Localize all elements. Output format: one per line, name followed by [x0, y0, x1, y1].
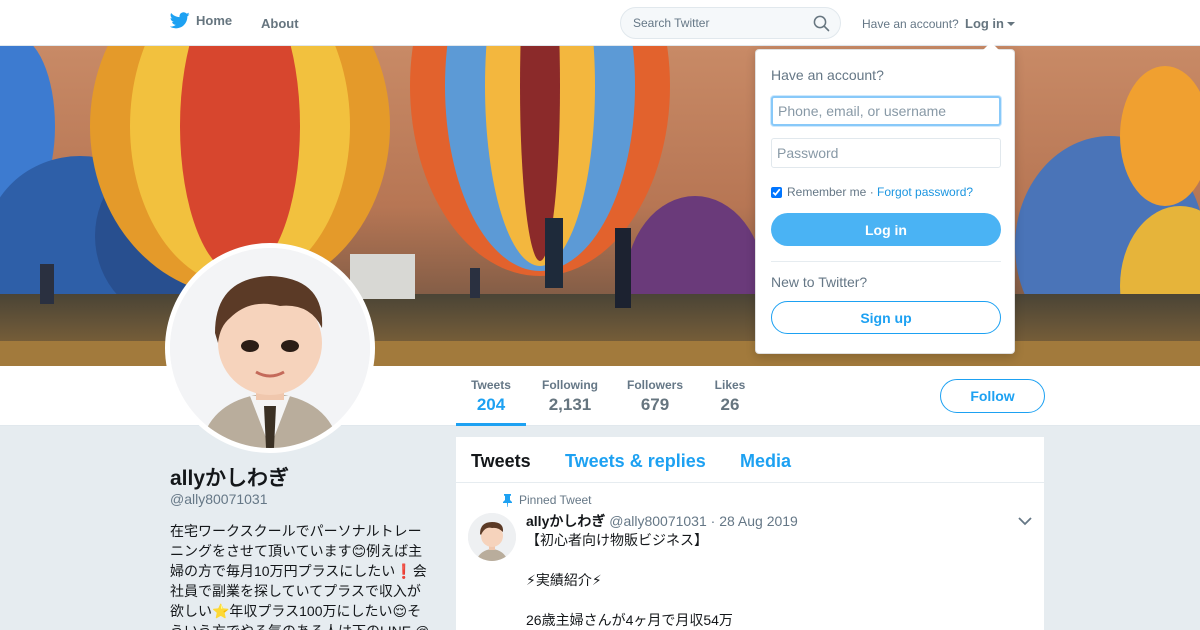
- signup-button[interactable]: Sign up: [771, 301, 1001, 334]
- have-account-text: Have an account?: [862, 17, 959, 31]
- login-dropdown: Have an account? Remember me · Forgot pa…: [755, 42, 1015, 354]
- tweet-header: allyかしわぎ @ally80071031 · 28 Aug 2019: [526, 511, 798, 531]
- profile-avatar[interactable]: [165, 243, 375, 453]
- password-field[interactable]: [771, 138, 1001, 168]
- login-dropdown-title: Have an account?: [771, 67, 884, 83]
- tweet-avatar[interactable]: [468, 513, 516, 561]
- stat-label: Followers: [626, 378, 683, 392]
- new-to-twitter-text: New to Twitter?: [771, 274, 868, 290]
- caret-down-icon: [1007, 21, 1015, 26]
- profile-bio: 在宅ワークスクールでパーソナルトレーニングをさせて頂いています😊例えば主婦の方で…: [170, 523, 429, 630]
- profile-name[interactable]: allyかしわぎ: [170, 462, 289, 492]
- search-icon[interactable]: [813, 15, 830, 32]
- remember-me-checkbox[interactable]: [771, 186, 782, 198]
- stat-value: 204: [476, 395, 506, 414]
- stat-value: 679: [640, 395, 670, 414]
- divider: [771, 261, 1001, 262]
- nav-about-link[interactable]: About: [261, 16, 299, 31]
- stat-value: 26: [720, 395, 740, 414]
- search-input[interactable]: [621, 8, 801, 38]
- stat-label: Tweets: [471, 378, 511, 392]
- timeline: Tweets Tweets & replies Media Pinned Twe…: [456, 437, 1044, 630]
- twitter-bird-icon: [170, 12, 190, 29]
- tab-tweets-replies[interactable]: Tweets & replies: [565, 451, 706, 472]
- stat-following[interactable]: Following 2,131: [536, 366, 604, 426]
- stat-label: Likes: [714, 378, 746, 392]
- login-dropdown-toggle[interactable]: Log in: [965, 16, 1015, 31]
- tweet-avatar-image: [468, 513, 516, 561]
- timeline-tabs: Tweets Tweets & replies Media: [456, 437, 1044, 483]
- follow-button[interactable]: Follow: [940, 379, 1045, 413]
- forgot-password-link[interactable]: Forgot password?: [877, 185, 973, 199]
- search-box: [620, 7, 841, 39]
- chevron-down-icon[interactable]: [1018, 517, 1032, 526]
- username-field[interactable]: [771, 96, 1001, 126]
- nav-home-link[interactable]: Home: [170, 12, 232, 29]
- login-button[interactable]: Log in: [771, 213, 1001, 246]
- pinned-label: Pinned Tweet: [519, 493, 592, 507]
- stat-tweets[interactable]: Tweets 204: [456, 366, 526, 426]
- remember-row: Remember me · Forgot password?: [771, 185, 973, 199]
- profile-handle[interactable]: @ally80071031: [170, 491, 268, 507]
- tweet-text: 【初心者向け物販ビジネス】 ⚡実績紹介⚡ 26歳主婦さんが4ヶ月で月収54万: [526, 532, 733, 628]
- separator-dot: ·: [866, 185, 878, 199]
- top-nav: Home About Have an account? Log in: [0, 0, 1200, 46]
- tweet-author-name[interactable]: allyかしわぎ: [526, 513, 605, 529]
- stat-followers[interactable]: Followers 679: [622, 366, 688, 426]
- login-toggle-label: Log in: [965, 16, 1004, 31]
- nav-home-label: Home: [196, 13, 233, 28]
- stat-value: 2,131: [548, 395, 592, 414]
- tweet-meta[interactable]: @ally80071031 · 28 Aug 2019: [609, 513, 798, 529]
- pin-icon: [503, 493, 512, 507]
- avatar-image: [170, 248, 370, 448]
- pinned-indicator: Pinned Tweet: [502, 493, 592, 507]
- stat-label: Following: [542, 378, 598, 392]
- tab-tweets[interactable]: Tweets: [471, 451, 531, 472]
- tab-media[interactable]: Media: [740, 451, 791, 472]
- stat-likes[interactable]: Likes 26: [708, 366, 752, 426]
- remember-me-label[interactable]: Remember me: [787, 185, 866, 199]
